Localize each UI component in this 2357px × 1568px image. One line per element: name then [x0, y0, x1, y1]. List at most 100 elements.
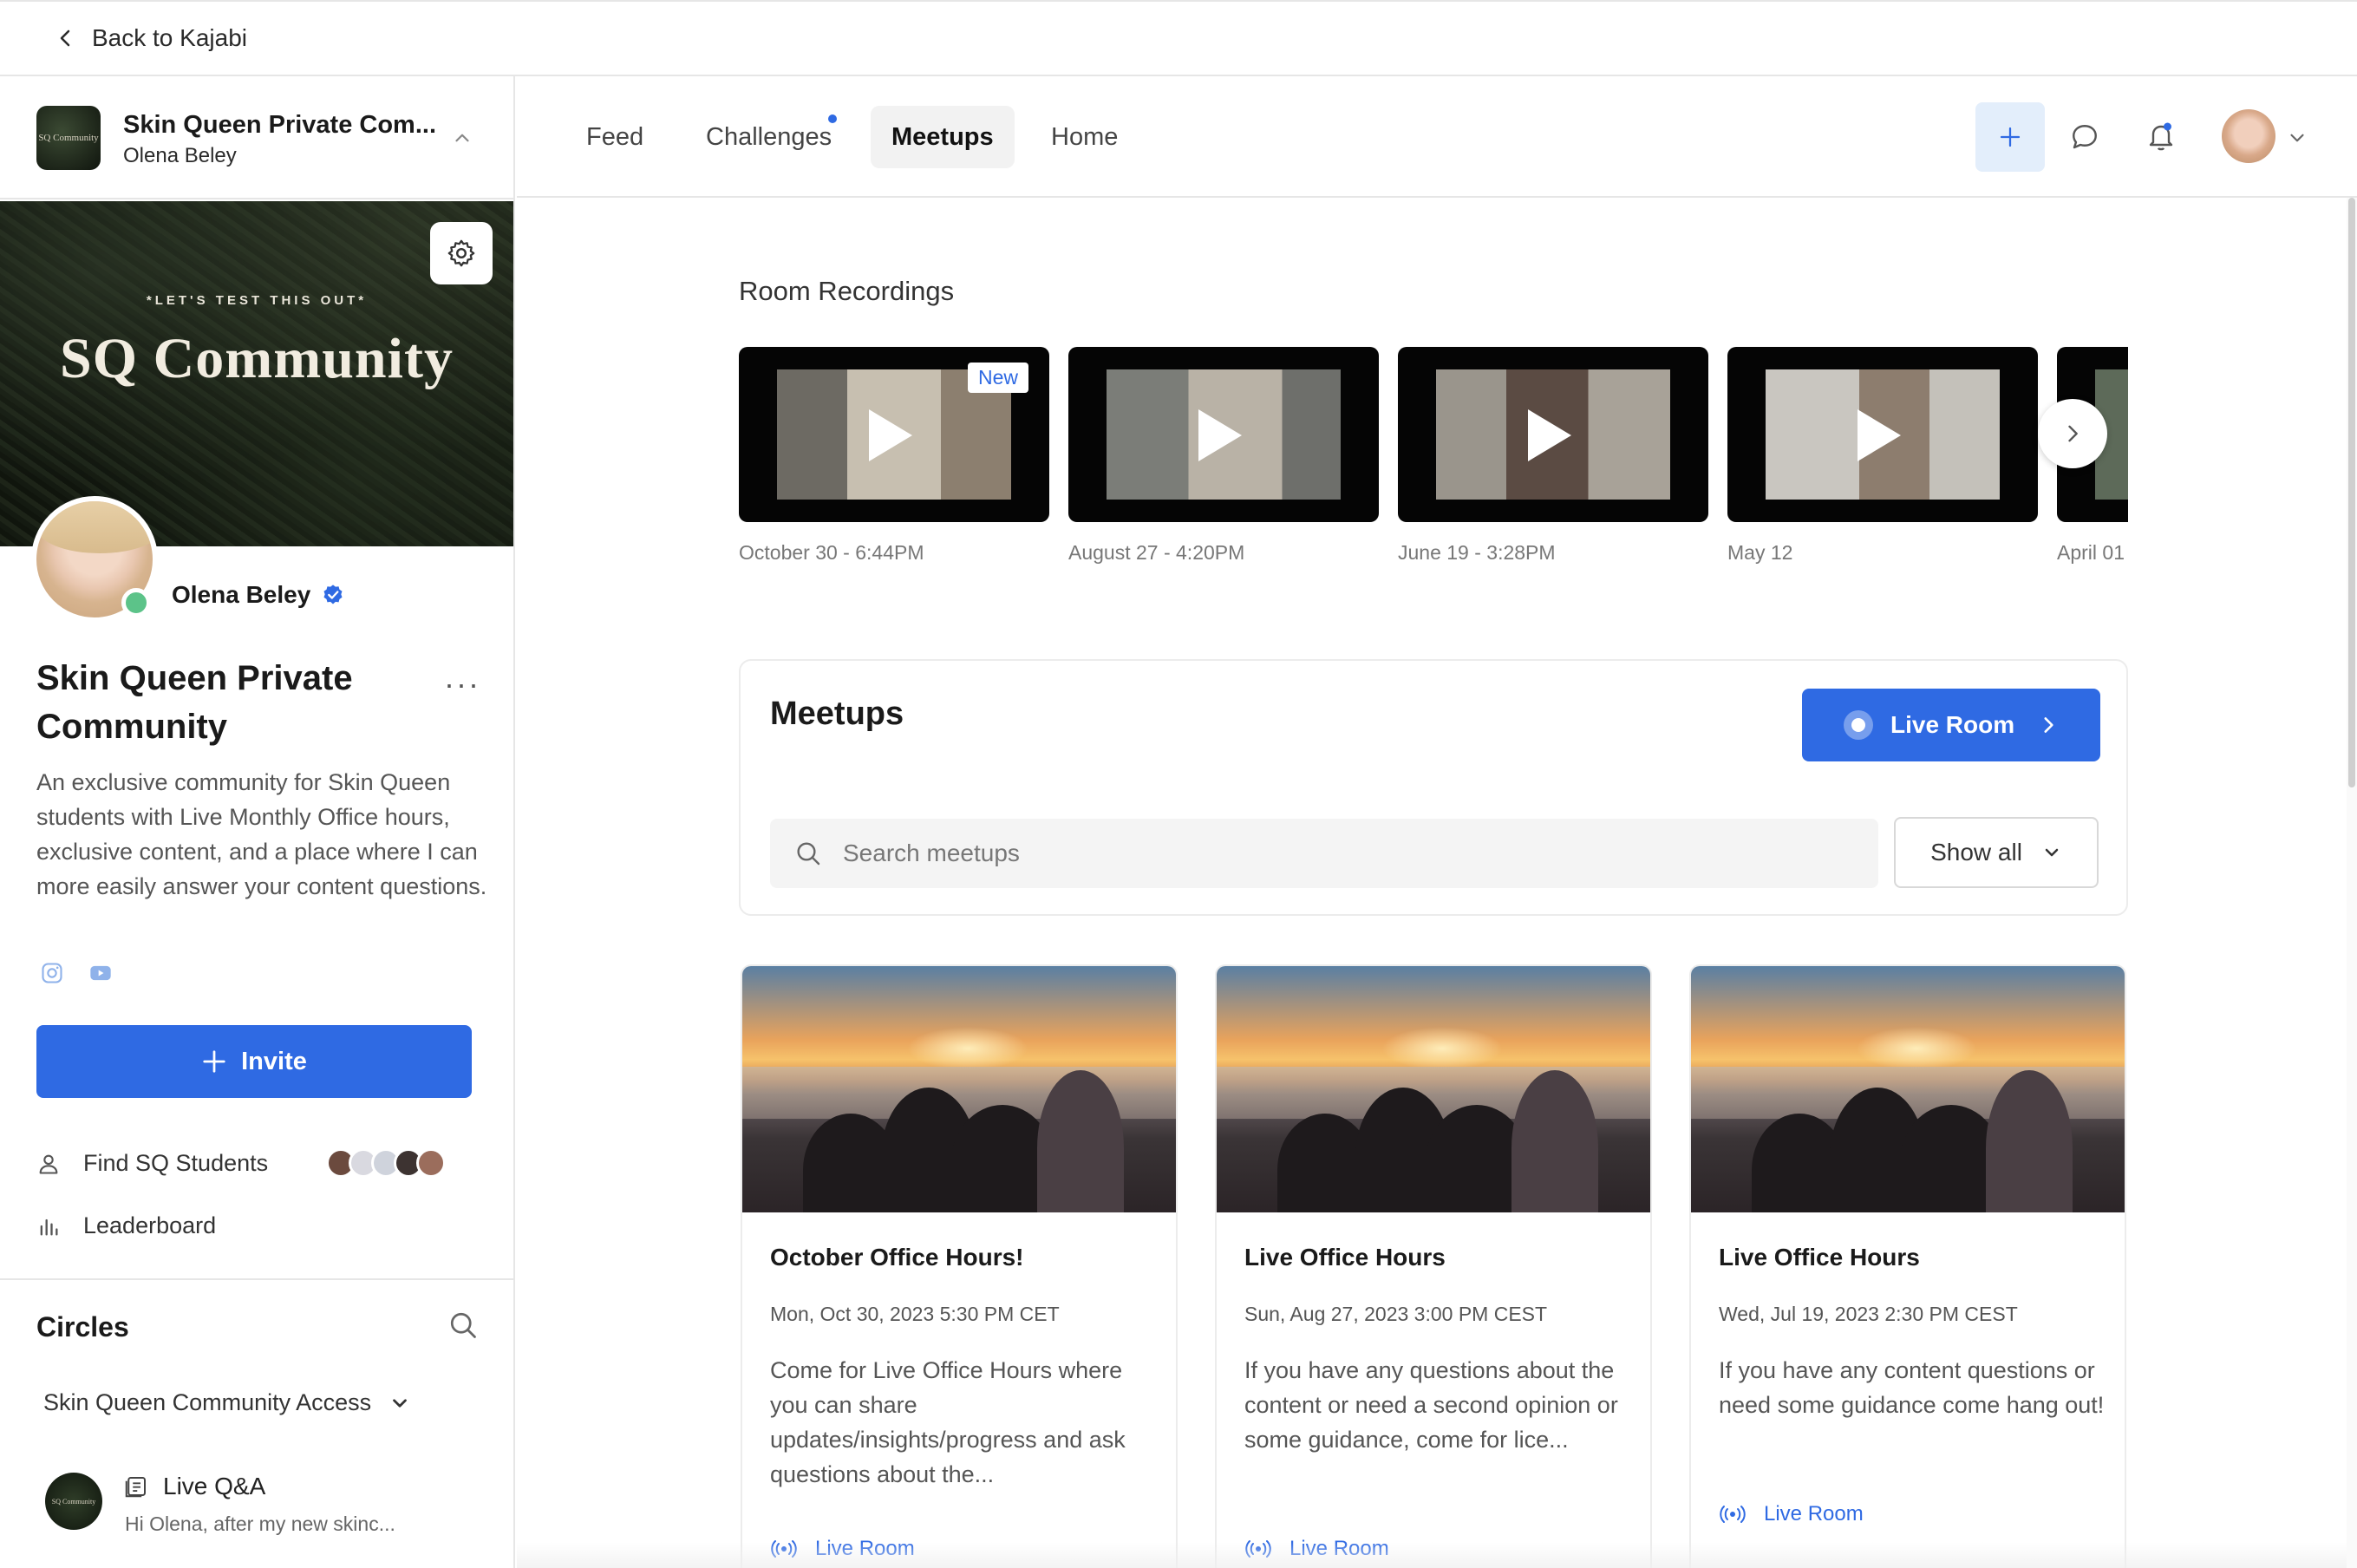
user-avatar[interactable]: [2222, 109, 2275, 163]
tab-home[interactable]: Home: [1030, 106, 1139, 168]
circle-chat-title: Live Q&A: [163, 1473, 266, 1499]
gear-icon: [447, 239, 475, 267]
community-switcher[interactable]: SQ Community Skin Queen Private Com... O…: [0, 76, 513, 199]
circle-chat-preview: Hi Olena, after my new skinc...: [125, 1512, 395, 1535]
recording-date: April 01: [2057, 541, 2125, 564]
leaderboard-link[interactable]: Leaderboard: [36, 1212, 216, 1239]
tab-feed[interactable]: Feed: [565, 106, 664, 168]
filter-dropdown[interactable]: Show all: [1894, 817, 2099, 888]
meetup-description: Come for Live Office Hours where you can…: [770, 1357, 1126, 1487]
circle-chat-title-row: Live Q&A: [123, 1473, 265, 1500]
meetup-card[interactable]: Live Office Hours Wed, Jul 19, 2023 2:30…: [1689, 964, 2126, 1568]
bell-icon[interactable]: [2145, 120, 2177, 154]
tab-challenges[interactable]: Challenges: [685, 106, 852, 168]
chevron-right-icon: [2068, 425, 2078, 442]
more-options-button[interactable]: ···: [444, 666, 480, 702]
invite-button[interactable]: Invite: [36, 1025, 472, 1098]
recording-item[interactable]: May 12: [1727, 347, 2038, 564]
cover-settings-button[interactable]: [430, 222, 493, 284]
meetup-live-room-link[interactable]: Live Room: [1244, 1537, 1389, 1561]
person-icon: [39, 1154, 58, 1174]
community-logo: SQ Community: [36, 106, 101, 170]
search-icon[interactable]: [447, 1310, 479, 1341]
find-students-link[interactable]: Find SQ Students: [36, 1150, 268, 1177]
main-nav: Feed Challenges Meetups Home: [517, 76, 2357, 198]
recording-thumbnail: [1068, 347, 1379, 522]
recording-item[interactable]: June 19 - 3:28PM: [1398, 347, 1708, 564]
meetup-live-room-link[interactable]: Live Room: [1719, 1502, 1864, 1526]
cover-tagline: *LET'S TEST THIS OUT*: [146, 293, 368, 308]
meetup-title: Live Office Hours: [1719, 1244, 1920, 1271]
back-label: Back to Kajabi: [92, 24, 247, 51]
community-owner: Olena Beley: [123, 144, 237, 167]
bar-chart-icon: [40, 1218, 58, 1235]
chevron-down-icon: [393, 1398, 408, 1408]
chat-bubble-icon[interactable]: [2069, 121, 2100, 153]
scrollbar-thumb[interactable]: [2348, 198, 2355, 787]
recording-date: June 19 - 3:28PM: [1398, 541, 1556, 564]
member-avatars[interactable]: [326, 1148, 446, 1178]
meetup-title: October Office Hours!: [770, 1244, 1024, 1271]
chevron-down-icon[interactable]: [2286, 127, 2308, 149]
filter-label: Show all: [1930, 839, 2022, 866]
recording-thumbnail: [1727, 347, 2038, 522]
plus-icon: [2000, 127, 2021, 147]
tab-meetups[interactable]: Meetups: [871, 106, 1015, 168]
meetups-panel: Meetups Live Room Show all: [739, 659, 2128, 916]
broadcast-icon: [1245, 1540, 1271, 1558]
meetup-description: If you have any questions about the cont…: [1244, 1357, 1618, 1453]
recording-item[interactable]: New October 30 - 6:44PM: [739, 347, 1049, 564]
recording-thumbnail: New: [739, 347, 1049, 522]
chevron-down-icon: [2045, 848, 2059, 857]
community-description: An exclusive community for Skin Queen st…: [36, 769, 487, 899]
play-icon: [1858, 409, 1901, 461]
circle-avatar: SQ Community: [45, 1473, 102, 1530]
recording-date: May 12: [1727, 541, 1793, 564]
verified-badge-icon: [323, 585, 343, 604]
instagram-icon[interactable]: [40, 961, 64, 985]
profile-name: Olena Beley: [172, 581, 311, 608]
notification-dot: [828, 114, 837, 123]
play-icon: [1528, 409, 1571, 461]
meetup-live-room-link[interactable]: Live Room: [770, 1537, 915, 1561]
youtube-icon[interactable]: [88, 961, 113, 985]
circle-group-label: Skin Queen Community Access: [43, 1389, 372, 1415]
avatar: [416, 1148, 446, 1178]
chevron-left-icon: [60, 29, 70, 47]
live-room-button[interactable]: Live Room: [1802, 689, 2100, 761]
live-room-link-label: Live Room: [1289, 1537, 1389, 1560]
meetup-card[interactable]: Live Office Hours Sun, Aug 27, 2023 3:00…: [1215, 964, 1652, 1568]
circle-chat-item[interactable]: SQ Community Live Q&A Hi Olena, after my…: [36, 1473, 487, 1559]
leaderboard-label: Leaderboard: [83, 1212, 217, 1238]
live-room-link-label: Live Room: [815, 1537, 915, 1560]
recording-item[interactable]: August 27 - 4:20PM: [1068, 347, 1379, 564]
community-about-title: Skin Queen Private Community: [36, 659, 353, 746]
chevron-up-icon[interactable]: [451, 127, 473, 149]
carousel-next-button[interactable]: [2038, 399, 2107, 468]
create-button[interactable]: [1975, 102, 2045, 172]
community-sidebar: SQ Community Skin Queen Private Com... O…: [0, 76, 515, 1568]
cover-title: SQ Community: [60, 327, 454, 390]
search-icon: [797, 842, 820, 866]
community-name: Skin Queen Private Com...: [123, 111, 436, 139]
new-badge: New: [968, 363, 1029, 393]
live-room-link-label: Live Room: [1764, 1502, 1864, 1526]
find-students-label: Find SQ Students: [83, 1150, 269, 1176]
meetup-search: [770, 819, 1878, 888]
live-room-label: Live Room: [1890, 711, 2015, 738]
back-to-kajabi-link[interactable]: Back to Kajabi: [55, 24, 247, 52]
circle-group-toggle[interactable]: Skin Queen Community Access: [43, 1389, 411, 1416]
meetup-card[interactable]: October Office Hours! Mon, Oct 30, 2023 …: [741, 964, 1178, 1568]
meetup-title: Live Office Hours: [1244, 1244, 1446, 1271]
meetups-heading: Meetups: [770, 696, 904, 732]
document-icon: [125, 1477, 146, 1498]
broadcast-icon: [1720, 1506, 1746, 1523]
community-cover-image: *LET'S TEST THIS OUT* SQ Community: [0, 201, 513, 546]
search-input[interactable]: [843, 840, 1797, 867]
meetup-cover-image: [742, 966, 1176, 1212]
top-bar: Back to Kajabi: [0, 0, 2357, 76]
meetup-date: Wed, Jul 19, 2023 2:30 PM CEST: [1719, 1303, 2018, 1325]
room-recordings-heading: Room Recordings: [739, 276, 955, 306]
profile-name-row[interactable]: Olena Beley: [172, 581, 345, 609]
invite-label: Invite: [241, 1047, 307, 1075]
